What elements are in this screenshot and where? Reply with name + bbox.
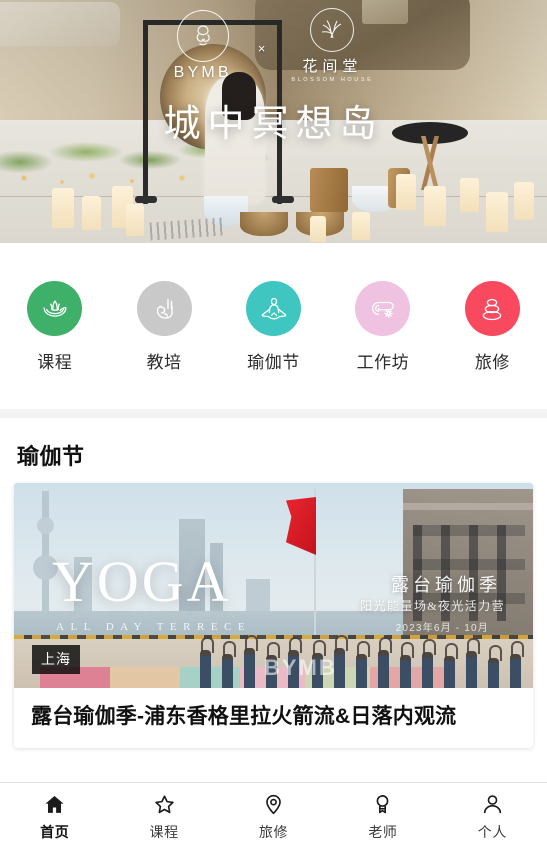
category-label: 瑜伽节	[247, 353, 300, 372]
tab-label: 个人	[477, 823, 507, 840]
bottom-tab-bar: 首页 课程 旅修 老师 个人	[0, 782, 547, 847]
brand-bymb: BYMB	[173, 9, 232, 82]
page-scroll-area[interactable]: BYMB × 花间堂 BLOSSOM HOUSE 城中冥想岛 课程 教培 瑜伽节…	[0, 0, 547, 782]
lotus-icon	[27, 281, 83, 336]
blossom-house-logo-icon	[310, 8, 355, 52]
person-icon	[481, 791, 504, 818]
brand-blossom-house: 花间堂 BLOSSOM HOUSE	[291, 8, 373, 83]
section-divider	[0, 409, 547, 418]
scroll-mat-icon	[355, 281, 411, 336]
home-icon	[43, 791, 66, 818]
event-card-title: 露台瑜伽季-浦东香格里拉火箭流&日落内观流	[31, 705, 457, 728]
star-icon	[153, 791, 176, 818]
category-label: 工作坊	[356, 353, 410, 372]
pearl-tower-sphere-upper	[37, 517, 54, 534]
city-badge: 上海	[32, 645, 80, 674]
category-label: 旅修	[474, 353, 510, 372]
tab-label: 老师	[368, 823, 398, 840]
poster-headline: YOGA	[52, 549, 232, 614]
category-item-lvxiu[interactable]: 旅修	[438, 281, 547, 373]
poster-watermark: BYMB	[264, 655, 337, 680]
section-header: 瑜伽节	[0, 418, 547, 483]
hero-title: 城中冥想岛	[163, 104, 384, 145]
tab-home[interactable]: 首页	[0, 789, 109, 842]
tab-profile[interactable]: 个人	[438, 789, 547, 842]
poster-subheadline: ALL DAY TERRECE	[56, 621, 252, 633]
category-label: 课程	[37, 353, 73, 372]
poster-cn-line-3: 2023年6月 - 10月	[395, 623, 489, 634]
brand-blossom-cn: 花间堂	[302, 59, 363, 75]
bund-cornice	[403, 503, 533, 510]
card-list: BYMB YOGA ALL DAY TERRECE 露台瑜伽季 阳光能量场&夜光…	[0, 483, 547, 748]
tab-label: 课程	[149, 823, 179, 840]
hand-mudra-icon	[136, 281, 192, 336]
tab-retreats[interactable]: 旅修	[219, 789, 328, 842]
category-item-jiaopei[interactable]: 教培	[109, 281, 218, 373]
medal-icon	[371, 791, 394, 818]
tab-courses[interactable]: 课程	[109, 789, 218, 842]
category-row: 课程 教培 瑜伽节 工作坊 旅修	[0, 281, 547, 373]
brand-blossom-en: BLOSSOM HOUSE	[291, 77, 374, 83]
category-label: 教培	[146, 353, 182, 372]
event-card-body: 露台瑜伽季-浦东香格里拉火箭流&日落内观流	[14, 688, 533, 748]
pin-icon	[262, 791, 285, 818]
tab-label: 首页	[40, 823, 70, 840]
app-root: BYMB × 花间堂 BLOSSOM HOUSE 城中冥想岛 课程 教培 瑜伽节…	[0, 0, 547, 847]
stacked-stones-icon	[464, 281, 520, 336]
tab-label: 旅修	[258, 823, 289, 840]
category-item-kecheng[interactable]: 课程	[0, 281, 109, 373]
section-title: 瑜伽节	[17, 444, 85, 469]
hero-brand-lockup: BYMB × 花间堂 BLOSSOM HOUSE	[0, 8, 547, 83]
poster-cn-line-1: 露台瑜伽季	[391, 575, 501, 595]
event-card-image: BYMB YOGA ALL DAY TERRECE 露台瑜伽季 阳光能量场&夜光…	[14, 483, 533, 688]
hero-banner[interactable]: BYMB × 花间堂 BLOSSOM HOUSE 城中冥想岛	[0, 0, 547, 243]
poster-cn-line-2: 阳光能量场&夜光活力营	[360, 599, 505, 613]
meditate-icon	[246, 281, 302, 336]
tab-teachers[interactable]: 老师	[328, 789, 437, 842]
brand-bymb-wordmark: BYMB	[173, 63, 232, 81]
bymb-knot-logo-icon	[176, 9, 229, 62]
category-item-yujiajie[interactable]: 瑜伽节	[219, 281, 328, 373]
category-item-gongzuofang[interactable]: 工作坊	[328, 281, 437, 373]
event-card[interactable]: BYMB YOGA ALL DAY TERRECE 露台瑜伽季 阳光能量场&夜光…	[14, 483, 533, 748]
category-section: 课程 教培 瑜伽节 工作坊 旅修	[0, 243, 547, 409]
brand-separator: ×	[257, 41, 266, 56]
